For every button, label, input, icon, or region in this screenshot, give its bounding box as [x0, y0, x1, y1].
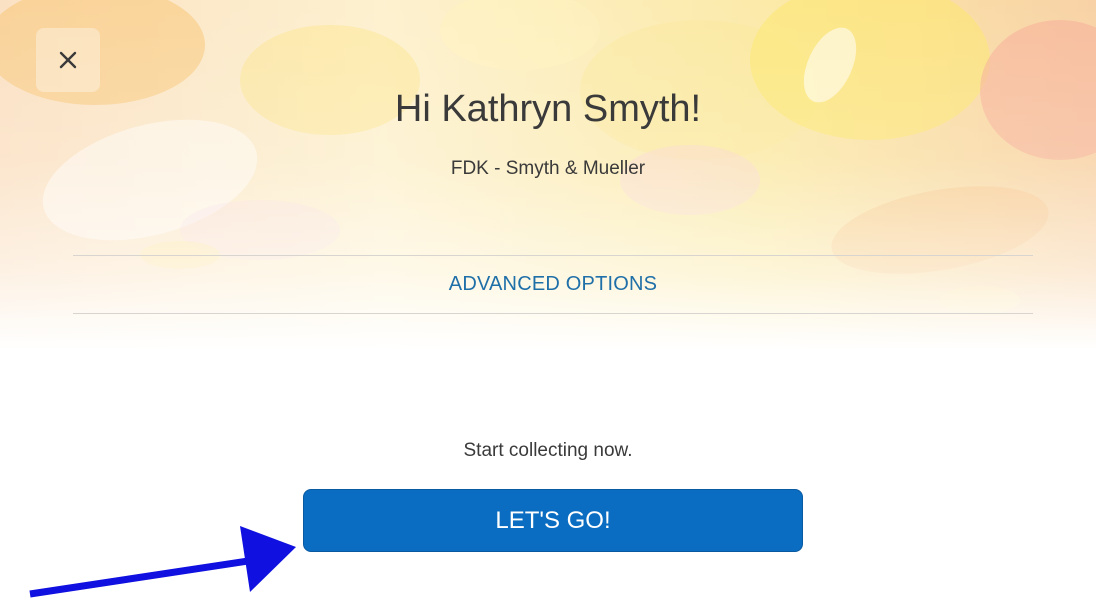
close-icon [59, 51, 77, 69]
welcome-screen: Hi Kathryn Smyth! FDK - Smyth & Mueller … [0, 0, 1096, 600]
company-name: FDK - Smyth & Mueller [450, 158, 646, 179]
close-button[interactable] [36, 28, 100, 92]
advanced-options-link[interactable]: ADVANCED OPTIONS [73, 256, 1033, 313]
divider-bottom [73, 313, 1033, 314]
lets-go-button[interactable]: LET'S GO! [303, 489, 803, 552]
start-prompt: Start collecting now. [463, 440, 633, 461]
greeting-title: Hi Kathryn Smyth! [394, 88, 702, 130]
